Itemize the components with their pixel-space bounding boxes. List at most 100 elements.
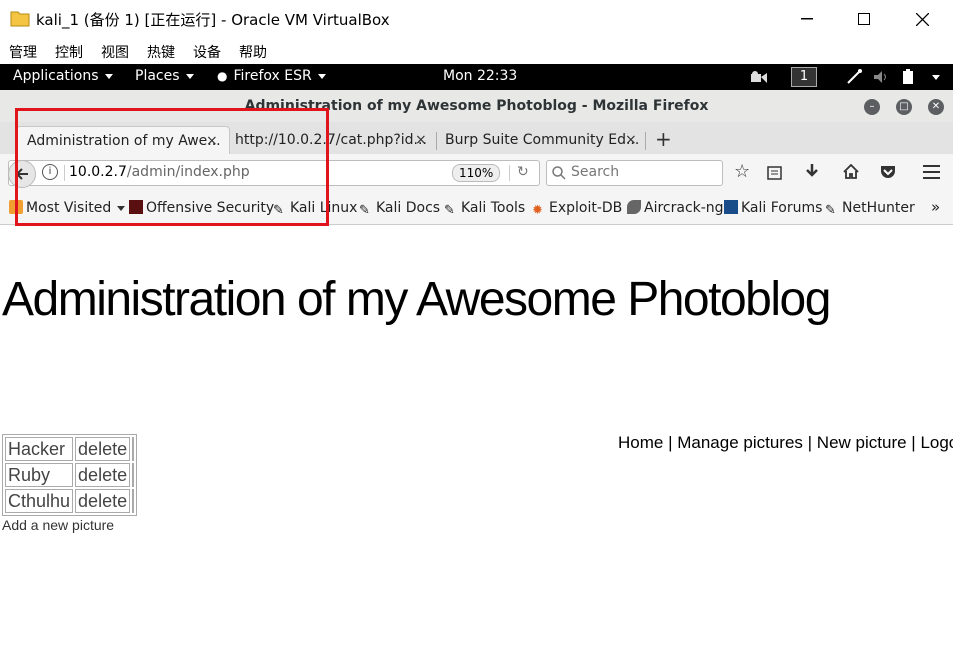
pocket-icon[interactable]: [880, 164, 896, 179]
exploit-db-icon: ✹: [532, 203, 543, 218]
clock[interactable]: Mon 22:33: [443, 68, 517, 84]
bookmark-kali-docs[interactable]: ✎ Kali Docs: [359, 200, 441, 218]
applications-menu[interactable]: Applications: [13, 68, 113, 84]
add-picture-link[interactable]: Add a new picture: [2, 517, 114, 533]
url-divider: [509, 165, 510, 181]
nav-manage-pictures-link[interactable]: Manage pictures: [677, 433, 803, 452]
kali-dragon-icon: ✎: [444, 203, 455, 218]
network-icon[interactable]: [846, 69, 862, 85]
close-button[interactable]: [899, 4, 945, 34]
chevron-down-icon: [317, 73, 326, 79]
reading-list-icon[interactable]: [767, 165, 782, 180]
applications-label: Applications: [13, 68, 99, 84]
tab-label: Burp Suite Community Ed...: [445, 132, 640, 148]
vbox-window-title: kali_1 (备份 1) [正在运行] - Oracle VM Virtual…: [36, 11, 390, 29]
menu-help[interactable]: 帮助: [239, 42, 267, 62]
hamburger-menu-icon[interactable]: [923, 165, 940, 179]
minimize-button[interactable]: [784, 4, 830, 34]
tab-close-icon[interactable]: ×: [415, 132, 427, 148]
table-row: Cthulhu delete: [5, 489, 135, 513]
nav-home-link[interactable]: Home: [618, 433, 663, 452]
chevron-down-icon: [104, 73, 113, 79]
new-tab-icon[interactable]: +: [655, 127, 672, 151]
workspace-indicator[interactable]: 1: [791, 67, 817, 87]
picture-title: Ruby: [5, 463, 74, 487]
tab-burp[interactable]: Burp Suite Community Ed... ×: [437, 126, 645, 154]
tab-close-icon[interactable]: ×: [625, 132, 637, 148]
gnome-topbar: Applications Places ● Firefox ESR Mon 22:…: [0, 64, 953, 90]
menu-hotkeys[interactable]: 热键: [147, 42, 175, 62]
pictures-table: Hacker delete Ruby delete Cthulhu delete: [2, 434, 138, 516]
kali-dragon-icon: ✎: [825, 203, 836, 218]
bookmark-nethunter[interactable]: ✎ NetHunter: [825, 200, 915, 218]
bookmark-kali-forums[interactable]: Kali Forums: [724, 200, 822, 216]
firefox-app-menu[interactable]: ● Firefox ESR: [217, 68, 326, 84]
home-icon[interactable]: [843, 164, 859, 179]
minimize-icon: [801, 18, 813, 20]
close-icon: ✕: [931, 101, 941, 112]
search-icon: [552, 166, 566, 180]
camera-icon[interactable]: [750, 70, 768, 84]
nav-logout-link[interactable]: Logo: [920, 433, 953, 452]
kali-dragon-icon: ✎: [359, 203, 370, 218]
places-menu[interactable]: Places: [135, 68, 194, 84]
bookmark-label: Exploit-DB: [549, 200, 623, 216]
nav-new-picture-link[interactable]: New picture: [817, 433, 907, 452]
bookmark-kali-tools[interactable]: ✎ Kali Tools: [444, 200, 526, 218]
aircrack-icon: [627, 200, 641, 214]
bookmark-aircrack-ng[interactable]: Aircrack-ng: [627, 200, 724, 216]
overflow-chevron-icon[interactable]: »: [931, 198, 940, 216]
red-highlight-box: [15, 108, 329, 226]
menu-manage[interactable]: 管理: [9, 42, 37, 62]
bookmark-label: Kali Tools: [461, 200, 526, 216]
kali-forums-icon: [724, 200, 738, 214]
tab-divider: [645, 132, 646, 150]
search-placeholder: Search: [571, 164, 620, 180]
nav-separator: |: [663, 433, 678, 452]
menu-control[interactable]: 控制: [55, 42, 83, 62]
table-row: Ruby delete: [5, 463, 135, 487]
chevron-down-icon: [185, 73, 194, 79]
bookmark-label: Kali Forums: [741, 200, 823, 216]
ff-maximize-button[interactable]: □: [896, 99, 912, 115]
nav-separator: |: [906, 433, 921, 452]
minimize-icon: –: [869, 101, 875, 112]
download-icon[interactable]: [805, 164, 819, 180]
volume-icon[interactable]: [873, 70, 889, 84]
reload-icon[interactable]: ↻: [517, 164, 529, 180]
system-menu-chevron-icon[interactable]: [932, 75, 940, 80]
places-label: Places: [135, 68, 180, 84]
zoom-indicator[interactable]: 110%: [452, 164, 501, 182]
bookmark-exploit-db[interactable]: ✹ Exploit-DB: [532, 200, 623, 218]
delete-link[interactable]: delete: [75, 489, 131, 513]
delete-link[interactable]: delete: [75, 437, 131, 461]
battery-icon[interactable]: [902, 69, 914, 85]
bookmark-label: Kali Docs: [376, 200, 441, 216]
picture-title: Hacker: [5, 437, 74, 461]
empty-cell: [132, 437, 135, 461]
close-icon: [915, 12, 929, 26]
maximize-icon: □: [899, 101, 909, 112]
vbox-folder-icon: [10, 11, 30, 27]
empty-cell: [132, 463, 135, 487]
bookmark-star-icon[interactable]: ☆: [734, 161, 750, 182]
bookmark-label: NetHunter: [842, 200, 915, 216]
menu-devices[interactable]: 设备: [193, 42, 221, 62]
page-title: Administration of my Awesome Photoblog: [2, 273, 831, 326]
picture-title: Cthulhu: [5, 489, 74, 513]
vbox-titlebar: kali_1 (备份 1) [正在运行] - Oracle VM Virtual…: [0, 0, 953, 38]
menu-view[interactable]: 视图: [101, 42, 129, 62]
nav-separator: |: [802, 433, 817, 452]
delete-link[interactable]: delete: [75, 463, 131, 487]
search-box[interactable]: Search: [546, 160, 723, 186]
ff-close-button[interactable]: ✕: [928, 99, 944, 115]
admin-nav: Home | Manage pictures | New picture | L…: [618, 433, 953, 453]
table-row: Hacker delete: [5, 437, 135, 461]
maximize-button[interactable]: [841, 4, 887, 34]
vbox-menubar: 管理 控制 视图 热键 设备 帮助: [0, 38, 953, 64]
bookmark-label: Aircrack-ng: [644, 200, 724, 216]
maximize-icon: [858, 13, 870, 25]
ff-minimize-button[interactable]: –: [864, 99, 880, 115]
firefox-icon: ●: [217, 69, 228, 83]
firefox-app-label: Firefox ESR: [233, 68, 312, 84]
